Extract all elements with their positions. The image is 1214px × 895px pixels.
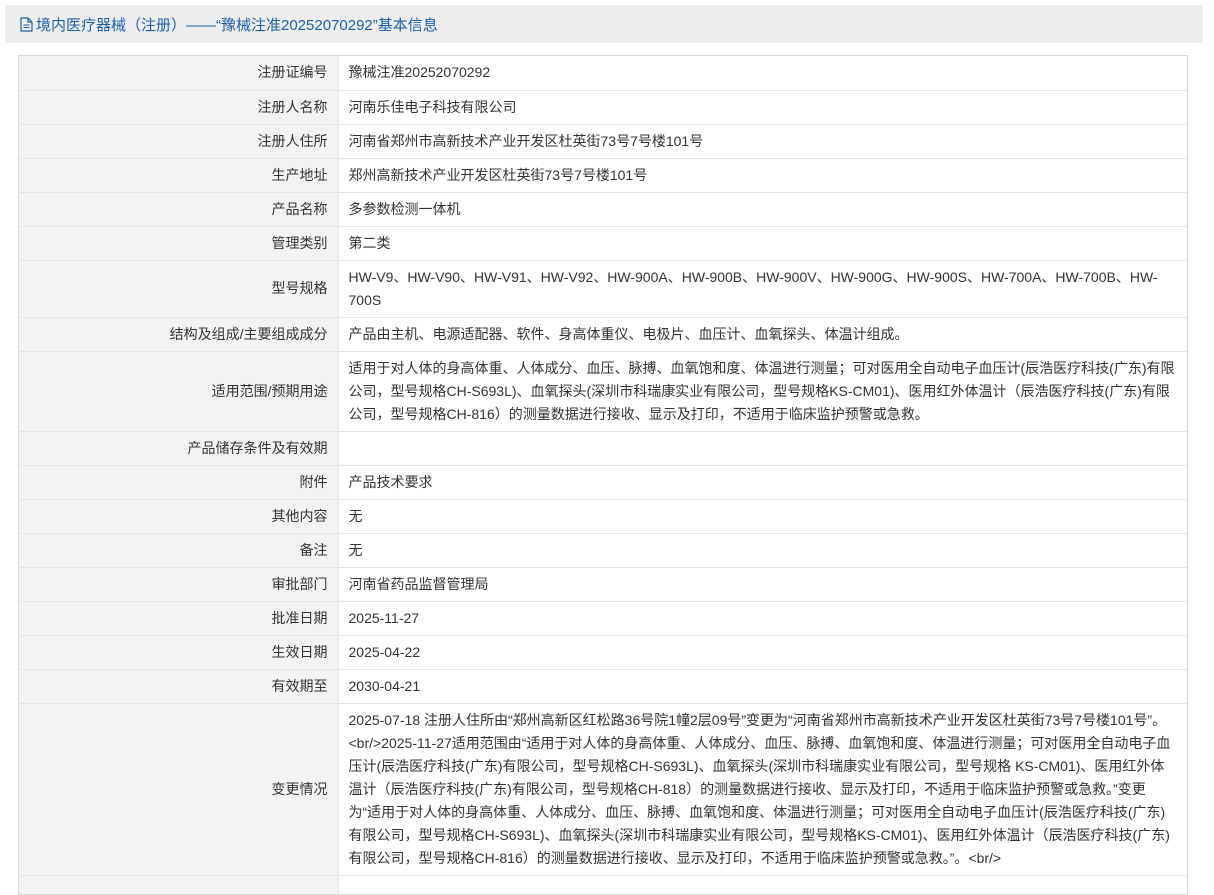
row-value: 2025-11-27 — [338, 601, 1187, 636]
table-row-intended-use: 适用范围/预期用途 适用于对人体的身高体重、人体成分、血压、脉搏、血氧饱和度、体… — [19, 351, 1187, 432]
row-value: 河南省郑州市高新技术产业开发区杜英街73号7号楼101号 — [338, 124, 1187, 159]
table-row-registrant-address: 注册人住所 河南省郑州市高新技术产业开发区杜英街73号7号楼101号 — [19, 124, 1187, 159]
document-icon — [20, 16, 33, 32]
row-label: 审批部门 — [19, 567, 339, 602]
row-label: 型号规格 — [19, 260, 339, 318]
row-label: 产品名称 — [19, 192, 339, 227]
row-label: 生效日期 — [19, 635, 339, 670]
table-row-approval-department: 审批部门 河南省药品监督管理局 — [19, 567, 1187, 602]
table-row-other-content: 其他内容 无 — [19, 499, 1187, 534]
row-value: 无 — [338, 499, 1187, 534]
row-label: 适用范围/预期用途 — [19, 351, 339, 432]
info-table: 注册证编号 豫械注准20252070292 注册人名称 河南乐佳电子科技有限公司… — [19, 56, 1187, 894]
row-label: 管理类别 — [19, 226, 339, 261]
row-label: 注册人住所 — [19, 124, 339, 159]
row-label: 其他内容 — [19, 499, 339, 534]
row-value: 无 — [338, 533, 1187, 568]
table-row-valid-until: 有效期至 2030-04-21 — [19, 669, 1187, 704]
table-row-registration-number: 注册证编号 豫械注准20252070292 — [19, 56, 1187, 91]
row-label: 备注 — [19, 533, 339, 568]
row-value: HW-V9、HW-V90、HW-V91、HW-V92、HW-900A、HW-90… — [338, 260, 1187, 318]
page-title-bar: 境内医疗器械（注册）——“豫械注准20252070292”基本信息 — [5, 5, 1203, 43]
row-label: 批准日期 — [19, 601, 339, 636]
table-row-product-name: 产品名称 多参数检测一体机 — [19, 192, 1187, 227]
row-label: 附件 — [19, 465, 339, 500]
row-value — [338, 875, 1187, 894]
table-row-effective-date: 生效日期 2025-04-22 — [19, 635, 1187, 670]
row-label: 变更情况 — [19, 703, 339, 876]
row-value: 第二类 — [338, 226, 1187, 261]
table-row-management-category: 管理类别 第二类 — [19, 226, 1187, 261]
table-row-attachment: 附件 产品技术要求 — [19, 465, 1187, 500]
table-row-change-history: 变更情况 2025-07-18 注册人住所由“郑州高新区红松路36号院1幢2层0… — [19, 703, 1187, 876]
info-panel: 注册证编号 豫械注准20252070292 注册人名称 河南乐佳电子科技有限公司… — [18, 55, 1188, 895]
row-value: 多参数检测一体机 — [338, 192, 1187, 227]
page-title: 境内医疗器械（注册）——“豫械注准20252070292”基本信息 — [36, 16, 438, 34]
row-value: 2025-04-22 — [338, 635, 1187, 670]
table-row-structure-composition: 结构及组成/主要组成成分 产品由主机、电源适配器、软件、身高体重仪、电极片、血压… — [19, 317, 1187, 352]
row-value: 产品技术要求 — [338, 465, 1187, 500]
table-row-trailing — [19, 875, 1187, 894]
row-value: 产品由主机、电源适配器、软件、身高体重仪、电极片、血压计、血氧探头、体温计组成。 — [338, 317, 1187, 352]
row-label: 产品储存条件及有效期 — [19, 431, 339, 466]
row-value: 2025-07-18 注册人住所由“郑州高新区红松路36号院1幢2层09号”变更… — [338, 703, 1187, 876]
row-label: 有效期至 — [19, 669, 339, 704]
row-value: 河南省药品监督管理局 — [338, 567, 1187, 602]
row-label: 注册人名称 — [19, 90, 339, 125]
table-row-approval-date: 批准日期 2025-11-27 — [19, 601, 1187, 636]
table-row-storage-validity: 产品储存条件及有效期 — [19, 431, 1187, 466]
row-label: 结构及组成/主要组成成分 — [19, 317, 339, 352]
row-label: 注册证编号 — [19, 56, 339, 91]
table-row-production-address: 生产地址 郑州高新技术产业开发区杜英街73号7号楼101号 — [19, 158, 1187, 193]
row-value — [338, 431, 1187, 466]
row-value: 郑州高新技术产业开发区杜英街73号7号楼101号 — [338, 158, 1187, 193]
table-row-model-spec: 型号规格 HW-V9、HW-V90、HW-V91、HW-V92、HW-900A、… — [19, 260, 1187, 318]
row-value: 2030-04-21 — [338, 669, 1187, 704]
table-row-registrant-name: 注册人名称 河南乐佳电子科技有限公司 — [19, 90, 1187, 125]
row-value: 适用于对人体的身高体重、人体成分、血压、脉搏、血氧饱和度、体温进行测量；可对医用… — [338, 351, 1187, 432]
row-label: 生产地址 — [19, 158, 339, 193]
table-row-remarks: 备注 无 — [19, 533, 1187, 568]
row-value: 豫械注准20252070292 — [338, 56, 1187, 91]
row-value: 河南乐佳电子科技有限公司 — [338, 90, 1187, 125]
row-label — [19, 875, 339, 894]
